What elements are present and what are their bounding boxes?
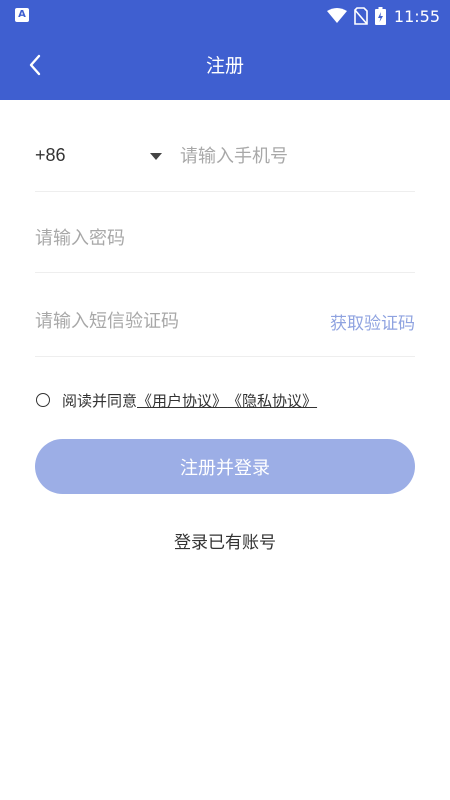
password-row [35,207,415,273]
chevron-left-icon [29,54,41,76]
get-code-button[interactable]: 获取验证码 [330,309,415,334]
sms-code-row: 获取验证码 [35,290,415,357]
status-icons: 11:55 [320,6,440,26]
agreement-row: 阅读并同意 《用户协议》 《隐私协议》 [36,388,317,412]
page-title: 注册 [205,55,244,77]
register-login-button[interactable]: 注册并登录 [35,439,415,494]
sms-code-input[interactable] [35,306,305,336]
agreement-prefix: 阅读并同意 [62,391,138,410]
user-agreement-link[interactable]: 《用户协议》 [137,390,227,411]
country-code-value: +86 [35,145,66,165]
dropdown-caret-icon [150,153,162,160]
clock-time: 11:55 [393,6,440,26]
header-bar: A 11:55 注册 [0,0,450,100]
phone-input[interactable] [180,141,410,171]
agree-radio[interactable] [36,393,50,407]
battery-charging-icon [374,7,386,25]
wifi-icon [326,8,347,24]
back-button[interactable] [20,50,50,80]
status-bar: A 11:55 [0,0,450,32]
login-existing-account-link[interactable]: 登录已有账号 [0,528,450,553]
no-sim-icon [354,7,368,25]
phone-row: +86 [35,125,415,192]
app-notification-icon: A [15,8,29,22]
country-code-select[interactable]: +86 [35,135,170,179]
nav-bar: 注册 [0,32,450,100]
password-input[interactable] [35,223,405,253]
privacy-agreement-link[interactable]: 《隐私协议》 [227,390,317,411]
